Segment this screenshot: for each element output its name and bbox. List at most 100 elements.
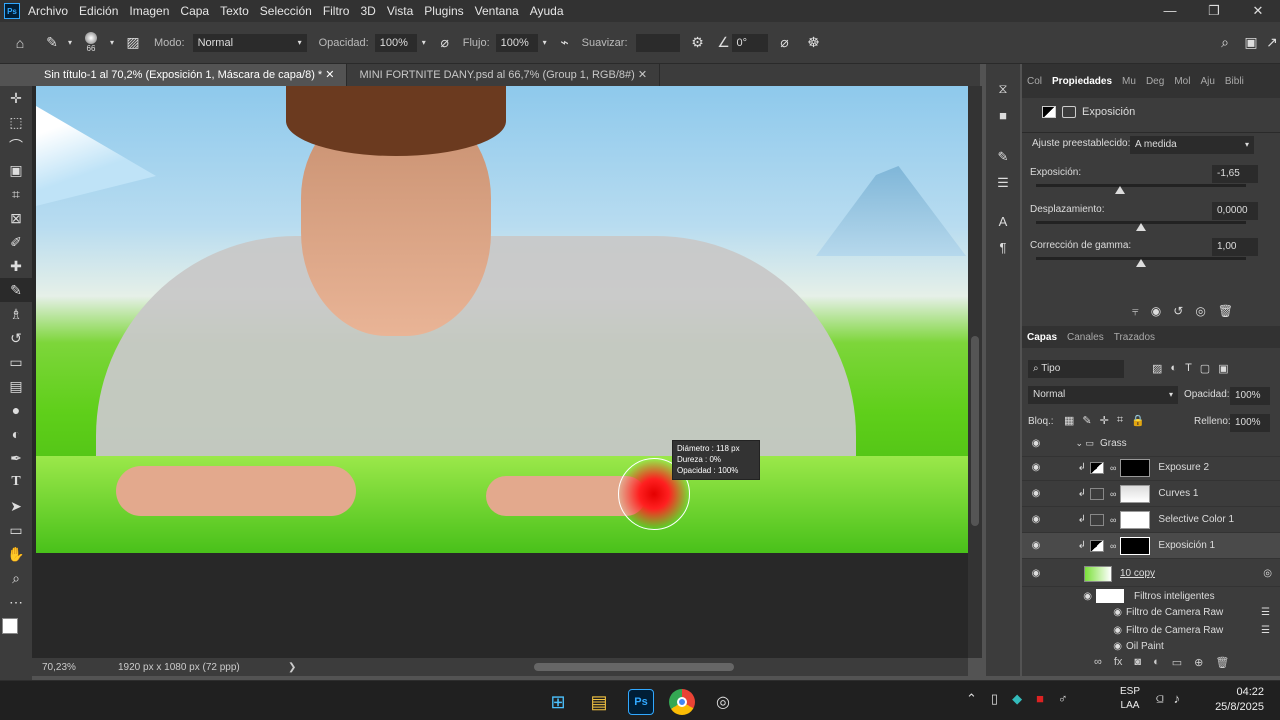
file-explorer-icon[interactable]: ▤ — [586, 689, 612, 715]
home-icon[interactable]: ⌂ — [0, 35, 40, 51]
lock-pixels-icon[interactable]: ✎ — [1082, 414, 1091, 427]
new-group-icon[interactable]: ▭ — [1172, 656, 1182, 669]
angle-input[interactable]: 0° — [731, 33, 768, 52]
preset-select[interactable]: A medida ▾ — [1130, 136, 1254, 154]
blur-tool-icon[interactable]: ● — [0, 398, 32, 422]
chevron-down-icon[interactable]: ▾ — [64, 38, 76, 47]
brush-tool-icon[interactable]: ✎ — [0, 278, 32, 302]
menu-edicion[interactable]: Edición — [79, 4, 118, 18]
lock-all-icon[interactable]: 🔒 — [1131, 414, 1145, 427]
eye-icon[interactable]: ◉ — [1022, 488, 1050, 499]
eraser-tool-icon[interactable]: ▭ — [0, 350, 32, 374]
foreground-color[interactable] — [2, 618, 18, 634]
adjustment-layer-icon[interactable]: ◐ — [1153, 656, 1160, 669]
path-select-tool-icon[interactable]: ➤ — [0, 494, 32, 518]
tab-paths[interactable]: Trazados — [1109, 332, 1160, 343]
document-canvas[interactable]: Diámetro : 118 px Dureza : 0% Opacidad :… — [36, 86, 968, 553]
app-tray-icon[interactable]: ■ — [1036, 691, 1044, 707]
brush-preset-picker[interactable]: 66 — [76, 32, 106, 53]
lock-position-icon[interactable]: ✛ — [1100, 414, 1109, 427]
pressure-opacity-icon[interactable]: ⌀ — [431, 34, 459, 51]
crop-tool-icon[interactable]: ⌗ — [0, 182, 32, 206]
smart-filter-oil-paint[interactable]: ◉ Oil Paint — [1022, 639, 1280, 653]
minimize-icon[interactable]: — — [1148, 0, 1192, 22]
eye-icon[interactable]: ◉ — [1022, 591, 1096, 602]
gradient-tool-icon[interactable]: ▤ — [0, 374, 32, 398]
eyedropper-tool-icon[interactable]: ✐ — [0, 230, 32, 254]
eye-icon[interactable]: ◉ — [1022, 462, 1050, 473]
workspace-icon[interactable]: ▣ — [1238, 34, 1264, 51]
airbrush-icon[interactable]: ⌁ — [552, 34, 578, 51]
fill-input[interactable]: 100% — [1230, 414, 1270, 432]
eye-icon[interactable]: ◉ — [1022, 641, 1126, 652]
chevron-down-icon[interactable]: ▾ — [417, 38, 431, 47]
smoothing-input[interactable] — [635, 33, 680, 52]
obs-icon[interactable]: ◎ — [710, 689, 736, 715]
color-swatches[interactable] — [0, 614, 32, 662]
link-icon[interactable]: ∞ — [1110, 541, 1116, 551]
search-icon[interactable]: ⌕ — [1212, 34, 1238, 51]
brush-settings-icon[interactable]: ✎ — [986, 144, 1020, 170]
menu-vista[interactable]: Vista — [387, 4, 413, 18]
history-icon[interactable]: ⧖ — [986, 76, 1020, 102]
object-select-tool-icon[interactable]: ▣ — [0, 158, 32, 182]
pressure-size-icon[interactable]: ⌀ — [768, 34, 802, 51]
eye-icon[interactable]: ◉ — [1022, 607, 1126, 618]
close-icon[interactable]: ✕ — [638, 69, 647, 81]
tab-document-2[interactable]: MINI FORTNITE DANY.psd al 66,7% (Group 1… — [347, 64, 661, 86]
symmetry-icon[interactable]: ☸ — [802, 34, 826, 51]
healing-brush-tool-icon[interactable]: ✚ — [0, 254, 32, 278]
tab-mu[interactable]: Mu — [1117, 76, 1141, 87]
eye-icon[interactable]: ◉ — [1022, 568, 1050, 579]
smart-filter-camera-raw-1[interactable]: ◉ Filtro de Camera Raw ☰ — [1022, 603, 1280, 621]
share-icon[interactable]: ↗ — [1264, 34, 1280, 51]
menu-seleccion[interactable]: Selección — [260, 4, 312, 18]
chevron-up-icon[interactable]: ⌃ — [966, 691, 977, 707]
exposure-slider-knob[interactable] — [1115, 186, 1125, 194]
rectangle-tool-icon[interactable]: ▭ — [0, 518, 32, 542]
horizontal-scrollbar-thumb[interactable] — [534, 663, 734, 671]
menu-ventana[interactable]: Ventana — [475, 4, 519, 18]
type-tool-icon[interactable]: T — [0, 470, 32, 494]
menu-archivo[interactable]: Archivo — [28, 4, 68, 18]
visibility-icon[interactable]: ◎ — [1195, 304, 1205, 319]
add-mask-icon[interactable]: ◙ — [1134, 656, 1141, 669]
dodge-tool-icon[interactable]: ◐ — [0, 422, 32, 446]
layer-mask-thumbnail[interactable] — [1120, 484, 1151, 503]
menu-capa[interactable]: Capa — [180, 4, 209, 18]
vertical-scrollbar[interactable] — [968, 86, 982, 658]
layer-exposure-2[interactable]: ◉ ↲ ∞ Exposure 2 — [1022, 455, 1280, 481]
eye-icon[interactable]: ◉ — [1022, 514, 1050, 525]
smart-object-filter-icon[interactable]: ▣ — [1218, 362, 1228, 375]
mask-icon[interactable] — [1062, 106, 1076, 118]
trash-icon[interactable]: 🗑 — [1215, 656, 1229, 669]
clip-to-layer-icon[interactable]: ⫧ — [1132, 304, 1139, 319]
menu-plugins[interactable]: Plugins — [424, 4, 463, 18]
tab-libraries[interactable]: Bibli — [1220, 76, 1249, 87]
layer-mask-thumbnail[interactable] — [1120, 510, 1151, 529]
lasso-tool-icon[interactable]: ⌒ — [0, 134, 32, 158]
wifi-icon[interactable]: ⫑ — [1156, 691, 1164, 707]
scrollbar-thumb[interactable] — [971, 336, 979, 526]
link-layers-icon[interactable]: ∞ — [1094, 656, 1102, 669]
gamma-slider-knob[interactable] — [1136, 259, 1146, 267]
layer-mask-thumbnail[interactable] — [1120, 536, 1151, 555]
history-brush-tool-icon[interactable]: ↺ — [0, 326, 32, 350]
photoshop-taskbar-icon[interactable]: Ps — [628, 689, 654, 715]
link-icon[interactable]: ∞ — [1110, 463, 1116, 473]
layer-filter-select[interactable]: ⌕ Tipo — [1028, 360, 1124, 378]
tab-document-1[interactable]: Sin título-1 al 70,2% (Exposición 1, Más… — [32, 64, 348, 86]
windows-start-icon[interactable]: ⊞ — [545, 689, 571, 715]
stamp-tool-icon[interactable]: ♗ — [0, 302, 32, 326]
move-tool-icon[interactable]: ✛ — [0, 86, 32, 110]
menu-filtro[interactable]: Filtro — [323, 4, 350, 18]
tab-adjustments[interactable]: Aju — [1195, 76, 1219, 87]
eye-icon[interactable]: ◉ — [1022, 625, 1126, 636]
close-icon[interactable]: ✕ — [325, 69, 334, 81]
character-icon[interactable]: A — [986, 208, 1020, 234]
image-filter-icon[interactable]: ▨ — [1152, 362, 1162, 375]
layer-mask-thumbnail[interactable] — [1120, 458, 1151, 477]
type-filter-icon[interactable]: T — [1185, 362, 1192, 375]
defender-icon[interactable]: ◆ — [1012, 691, 1022, 707]
pen-tool-icon[interactable]: ✒ — [0, 446, 32, 470]
